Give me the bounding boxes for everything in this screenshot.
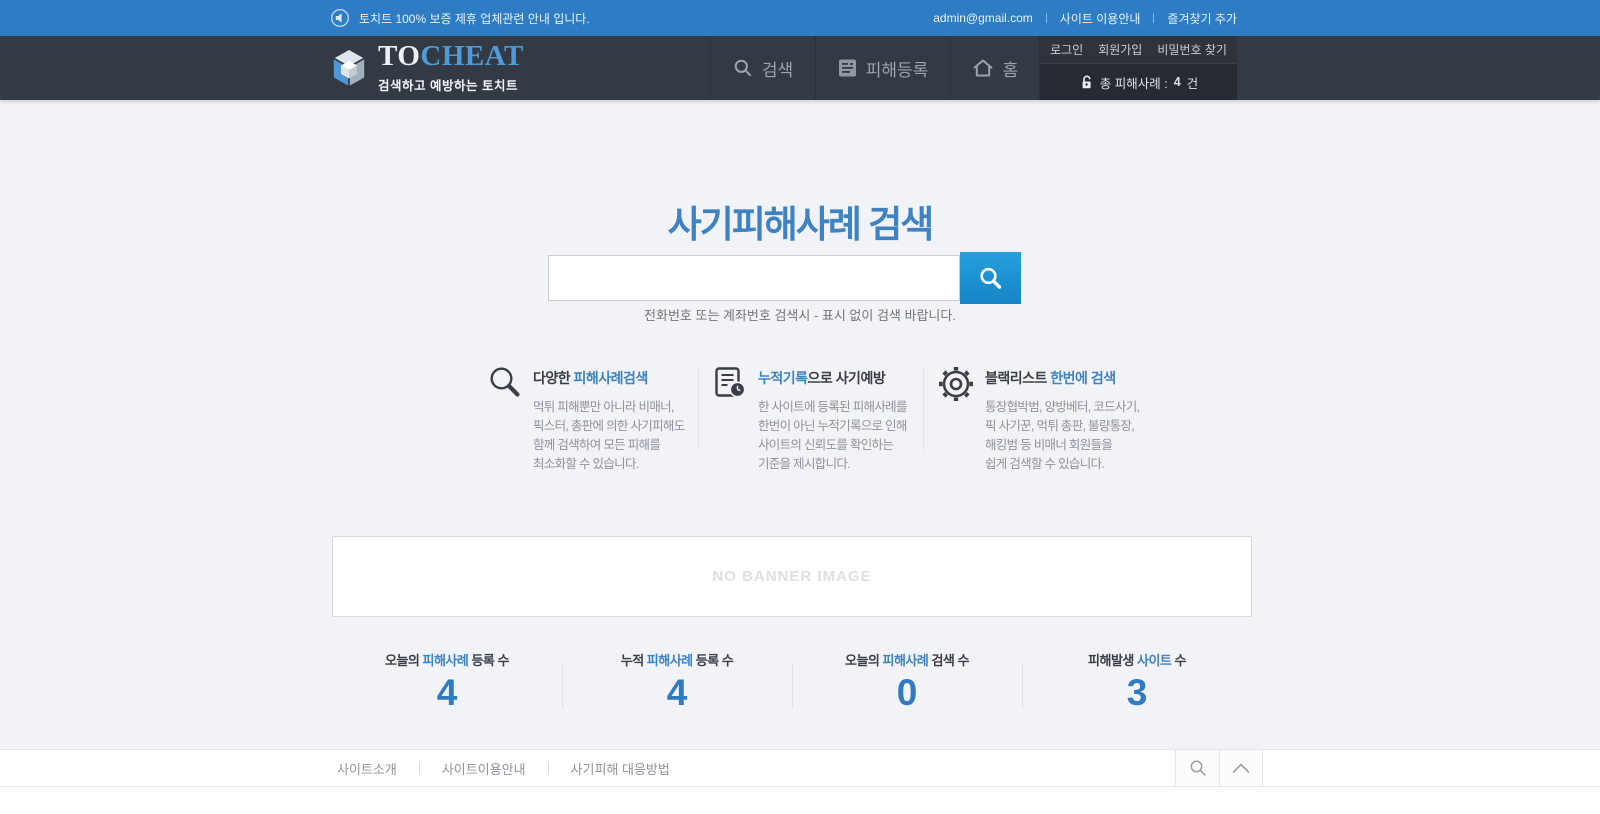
stat-total-registered: 누적 피해사례 등록 수 4 — [562, 647, 792, 711]
feature-text: 먹튀 피해뿐만 아니라 비매너, — [533, 398, 685, 417]
feature-text: 쉽게 검색할 수 있습니다. — [985, 455, 1139, 474]
feature-text: 픽 사기꾼, 먹튀 총판, 불량통장, — [985, 417, 1139, 436]
total-value: 4 — [1174, 75, 1181, 89]
logo-name: TOCHEAT — [378, 42, 524, 71]
search-caption: 전화번호 또는 계좌번호 검색시 - 표시 없이 검색 바랍니다. — [0, 305, 1600, 324]
footer-link-response[interactable]: 사기피해 대응방법 — [571, 759, 670, 778]
logo-tagline: 검색하고 예방하는 토치트 — [378, 75, 524, 94]
stat-value: 0 — [792, 674, 1022, 711]
stat-today-searched: 오늘의 피해사례 검색 수 0 — [792, 647, 1022, 711]
banner-placeholder: NO BANNER IMAGE — [712, 568, 871, 585]
home-icon — [972, 58, 994, 78]
register-icon — [838, 58, 857, 78]
feature-text: 함께 검색하여 모든 피해를 — [533, 436, 685, 455]
feature-title: 누적기록으로 사기예방 — [758, 368, 907, 388]
feature-text: 기준을 제시합니다. — [758, 455, 907, 474]
nav-item-search[interactable]: 검색 — [710, 36, 815, 100]
divider — [1046, 13, 1047, 23]
search-bar — [548, 252, 1021, 304]
divider — [548, 763, 549, 773]
scroll-top-button[interactable] — [1219, 750, 1263, 786]
nav-item-register[interactable]: 피해등록 — [815, 36, 950, 100]
topbar: 토치트 100% 보증 제휴 업체관련 안내 입니다. admin@gmail.… — [0, 0, 1600, 36]
open-lock-icon — [1079, 75, 1094, 90]
stat-value: 4 — [562, 674, 792, 711]
stat-value: 3 — [1022, 674, 1252, 711]
nav-label: 홈 — [1003, 56, 1019, 81]
feature-text: 사이트의 신뢰도를 확인하는 — [758, 436, 907, 455]
main-content: 사기피해사례 검색 전화번호 또는 계좌번호 검색시 - 표시 없이 검색 바랍… — [0, 100, 1600, 749]
header: TOCHEAT 검색하고 예방하는 토치트 검색 — [0, 36, 1600, 100]
stats-row: 오늘의 피해사례 등록 수 4 누적 피해사례 등록 수 4 오늘의 피해사례 … — [332, 647, 1252, 711]
feature-records: 누적기록으로 사기예방 한 사이트에 등록된 피해사례를 한번이 아닌 누적기록… — [713, 364, 909, 474]
find-password-link[interactable]: 비밀번호 찾기 — [1157, 41, 1227, 58]
feature-text: 픽스터, 총판에 의한 사기피해도 — [533, 417, 685, 436]
feature-blacklist: 블랙리스트 한번에 검색 통장협박범, 양방베터, 코드사기, 픽 사기꾼, 먹… — [938, 364, 1134, 474]
main-nav: 검색 피해등록 홈 — [710, 36, 1040, 100]
login-link[interactable]: 로그인 — [1050, 41, 1083, 58]
feature-title: 다양한 피해사례검색 — [533, 368, 685, 388]
divider — [698, 370, 699, 450]
stat-today-registered: 오늘의 피해사례 등록 수 4 — [332, 647, 562, 711]
nav-label: 피해등록 — [866, 56, 929, 81]
footer-link-guide[interactable]: 사이트이용안내 — [442, 759, 526, 778]
total-cases: 총 피해사례 : 4 건 — [1040, 64, 1237, 100]
add-bookmark-link[interactable]: 즐겨찾기 추가 — [1167, 10, 1237, 27]
cube-logo-icon — [330, 47, 368, 89]
footer: 사이트소개 사이트이용안내 사기피해 대응방법 — [0, 749, 1600, 787]
signup-link[interactable]: 회원가입 — [1098, 41, 1142, 58]
total-unit: 건 — [1187, 73, 1199, 92]
search-input[interactable] — [548, 255, 960, 301]
footer-search-button[interactable] — [1175, 750, 1219, 786]
footer-link-about[interactable]: 사이트소개 — [337, 759, 397, 778]
speaker-icon — [330, 8, 350, 28]
stat-fraud-sites: 피해발생 사이트 수 3 — [1022, 647, 1252, 711]
footer-search-icon — [1189, 759, 1207, 777]
stat-value: 4 — [332, 674, 562, 711]
nav-label: 검색 — [762, 56, 793, 81]
admin-email-link[interactable]: admin@gmail.com — [933, 11, 1033, 25]
feature-text: 한번이 아닌 누적기록으로 인해 — [758, 417, 907, 436]
features-row: 다양한 피해사례검색 먹튀 피해뿐만 아니라 비매너, 픽스터, 총판에 의한 … — [488, 364, 1134, 474]
account-panel: 로그인 회원가입 비밀번호 찾기 총 피해사례 : 4 건 — [1040, 36, 1237, 100]
search-icon — [733, 58, 753, 78]
divider — [1153, 13, 1154, 23]
divider — [923, 370, 924, 450]
magnifier-feature-icon — [488, 366, 522, 400]
feature-text: 통장협박범, 양방베터, 코드사기, — [985, 398, 1139, 417]
banner-area: NO BANNER IMAGE — [332, 536, 1252, 617]
site-guide-link[interactable]: 사이트 이용안내 — [1060, 10, 1141, 27]
feature-text: 최소화할 수 있습니다. — [533, 455, 685, 474]
feature-search: 다양한 피해사례검색 먹튀 피해뿐만 아니라 비매너, 픽스터, 총판에 의한 … — [488, 364, 684, 474]
nav-item-home[interactable]: 홈 — [950, 36, 1040, 100]
feature-text: 해킹범 등 비매너 회원들을 — [985, 436, 1139, 455]
search-button[interactable] — [960, 252, 1021, 304]
divider — [419, 763, 420, 773]
record-clock-icon — [713, 366, 747, 400]
feature-title: 블랙리스트 한번에 검색 — [985, 368, 1139, 388]
logo[interactable]: TOCHEAT 검색하고 예방하는 토치트 — [330, 36, 710, 100]
topbar-notice: 토치트 100% 보증 제휴 업체관련 안내 입니다. — [359, 10, 590, 27]
gear-icon — [938, 366, 974, 402]
magnifier-icon — [977, 265, 1004, 292]
scroll-top-icon — [1231, 763, 1251, 774]
total-label: 총 피해사례 : — [1100, 73, 1168, 92]
page-title: 사기피해사례 검색 — [0, 194, 1600, 248]
page: 토치트 100% 보증 제휴 업체관련 안내 입니다. admin@gmail.… — [0, 0, 1600, 100]
feature-text: 한 사이트에 등록된 피해사례를 — [758, 398, 907, 417]
